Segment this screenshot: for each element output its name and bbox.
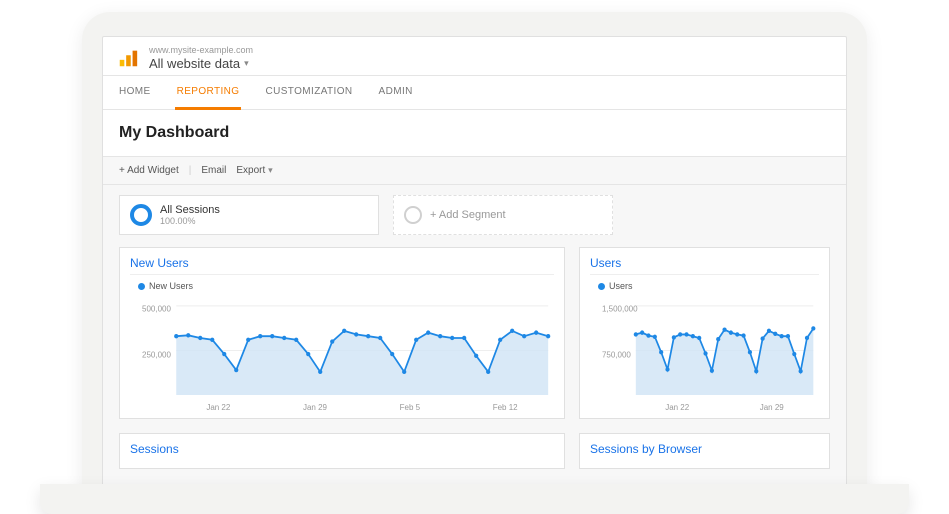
- ytick: 750,000: [602, 351, 631, 360]
- ytick: 250,000: [142, 351, 171, 360]
- chevron-down-icon: ▾: [268, 165, 273, 175]
- chart-new-users: 500,000 250,000: [130, 291, 554, 401]
- email-button[interactable]: Email: [201, 165, 226, 176]
- segment-title: All Sessions: [160, 204, 220, 216]
- site-url: www.mysite-example.com: [149, 45, 253, 56]
- cards-row-2: Sessions Sessions by Browser: [103, 429, 846, 479]
- xtick: Jan 29: [760, 403, 784, 412]
- nav-reporting[interactable]: REPORTING: [175, 76, 242, 110]
- separator: |: [189, 165, 192, 176]
- xtick: Feb 12: [493, 403, 518, 412]
- card-users: Users Users 1,500,000 750,000 Jan 22 Jan…: [579, 247, 830, 419]
- legend-label: Users: [609, 281, 633, 291]
- segment-row: All Sessions 100.00% + Add Segment: [103, 185, 846, 247]
- export-button[interactable]: Export ▾: [236, 165, 272, 176]
- dashboard-toolbar: + Add Widget | Email Export ▾: [103, 157, 846, 185]
- legend-label: New Users: [149, 281, 193, 291]
- view-name: All website data: [149, 56, 240, 72]
- analytics-logo-icon: [117, 47, 139, 69]
- page-title: My Dashboard: [103, 110, 846, 157]
- legend-dot-icon: [138, 283, 145, 290]
- dashboard-content: + Add Widget | Email Export ▾ All Sessio…: [103, 157, 846, 511]
- chart-users: 1,500,000 750,000: [590, 291, 819, 401]
- nav-admin[interactable]: ADMIN: [377, 76, 415, 109]
- segment-empty-circle-icon: [404, 206, 422, 224]
- ytick: 500,000: [142, 304, 171, 313]
- add-widget-button[interactable]: + Add Widget: [119, 165, 179, 176]
- segment-all-sessions[interactable]: All Sessions 100.00%: [119, 195, 379, 235]
- card-title: New Users: [130, 256, 554, 275]
- add-segment-label: + Add Segment: [430, 209, 506, 221]
- add-segment-button[interactable]: + Add Segment: [393, 195, 613, 235]
- card-title: Users: [590, 256, 819, 275]
- nav-customization[interactable]: CUSTOMIZATION: [263, 76, 354, 109]
- card-title: Sessions: [130, 442, 554, 460]
- legend-dot-icon: [598, 283, 605, 290]
- xtick: Jan 22: [206, 403, 230, 412]
- xtick: Jan 22: [665, 403, 689, 412]
- card-sessions: Sessions: [119, 433, 565, 469]
- xtick: Jan 29: [303, 403, 327, 412]
- segment-circle-icon: [130, 204, 152, 226]
- card-new-users: New Users New Users 500,000 250,000 Jan …: [119, 247, 565, 419]
- xtick: Feb 5: [400, 403, 420, 412]
- chart-legend: New Users: [130, 281, 554, 291]
- cards-row-1: New Users New Users 500,000 250,000 Jan …: [103, 247, 846, 429]
- app-window: www.mysite-example.com All website data …: [102, 36, 847, 514]
- account-header: www.mysite-example.com All website data …: [103, 37, 846, 76]
- chart-legend: Users: [590, 281, 819, 291]
- xticks: Jan 22 Jan 29 Feb 5 Feb 12: [130, 401, 554, 414]
- chevron-down-icon: ▾: [244, 58, 249, 69]
- nav-home[interactable]: HOME: [117, 76, 153, 109]
- primary-nav: HOME REPORTING CUSTOMIZATION ADMIN: [103, 76, 846, 110]
- card-title: Sessions by Browser: [590, 442, 819, 460]
- laptop-base: [40, 484, 909, 514]
- view-selector[interactable]: All website data ▾: [149, 56, 253, 72]
- export-label: Export: [236, 165, 265, 176]
- card-sessions-by-browser: Sessions by Browser: [579, 433, 830, 469]
- segment-percent: 100.00%: [160, 216, 220, 226]
- ytick: 1,500,000: [602, 304, 638, 313]
- xticks: Jan 22 Jan 29: [590, 401, 819, 414]
